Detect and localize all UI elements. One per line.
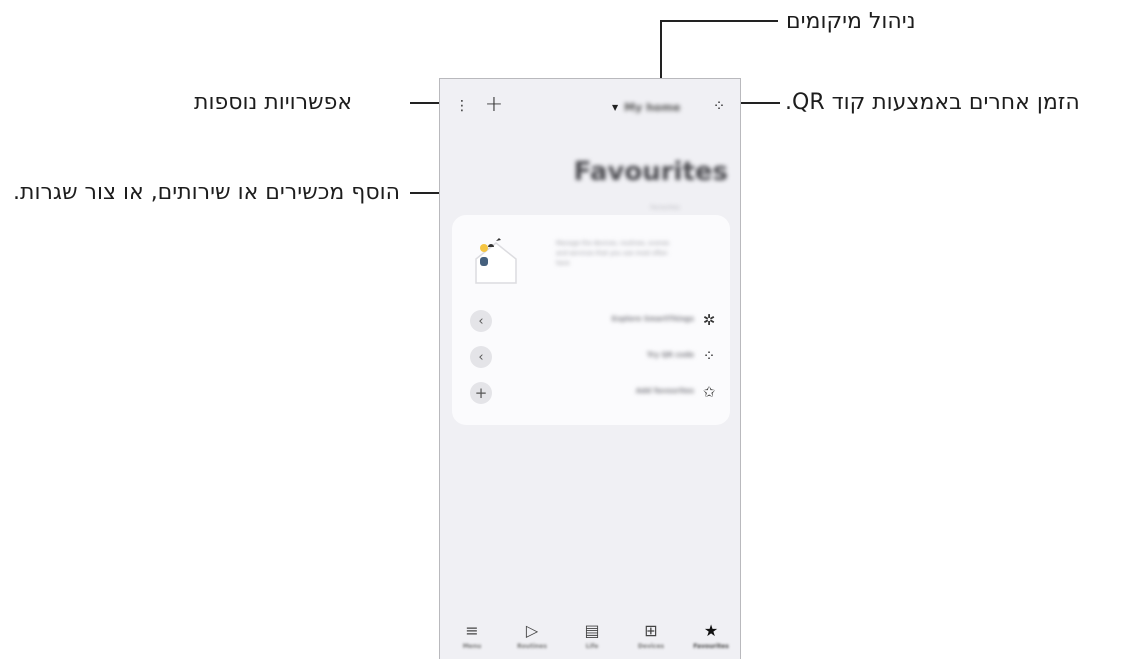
list-item-add-favourites[interactable]: + Add favourites ✩: [452, 381, 730, 405]
callout-more-options: אפשרויות נוספות: [194, 90, 353, 115]
card-description: Manage the devices, routines, scenes and…: [556, 240, 670, 267]
more-options-icon[interactable]: ⋮: [455, 95, 469, 117]
row-label-qr: Try QR code: [647, 351, 694, 359]
star-icon: ★: [703, 621, 719, 640]
tab-routines[interactable]: ▷ Routines: [517, 621, 547, 651]
devices-grid-icon: ⊞: [644, 621, 658, 640]
page-title: Favourites: [573, 157, 728, 187]
list-item-explore-smartthings[interactable]: ‹ Explore SmartThings ✲: [452, 309, 730, 333]
tab-favourites[interactable]: ★ Favourites: [693, 621, 729, 651]
tab-life[interactable]: ▤ Life: [577, 621, 607, 651]
qr-code-icon: ⁘: [702, 347, 716, 365]
location-name: My home: [624, 100, 681, 114]
house-illustration: [470, 235, 522, 287]
chevron-left-icon[interactable]: ‹: [470, 310, 492, 332]
plus-icon[interactable]: +: [470, 382, 492, 404]
tab-menu[interactable]: ≡ Menu: [457, 621, 487, 651]
tab-devices[interactable]: ⊞ Devices: [636, 621, 666, 651]
chevron-down-icon: ▼: [612, 102, 619, 112]
favourites-card: Manage the devices, routines, scenes and…: [452, 215, 730, 425]
callout-qr-invite: הזמן אחרים באמצעות קוד QR.: [785, 90, 1080, 115]
menu-icon: ≡: [465, 621, 479, 640]
document-icon: ▤: [584, 621, 600, 640]
list-item-try-qr-code[interactable]: ‹ Try QR code ⁘: [452, 345, 730, 369]
play-circle-icon: ▷: [525, 621, 539, 640]
chevron-left-icon[interactable]: ‹: [470, 346, 492, 368]
add-icon[interactable]: +: [483, 92, 505, 117]
leader-line-manage-locations: [660, 20, 778, 22]
row-label-explore: Explore SmartThings: [611, 315, 694, 323]
callout-add-devices: הוסף מכשירים או שירותים, או צור שגרות.: [13, 180, 400, 205]
page-subtitle: Favourites: [650, 205, 680, 211]
fan-icon: ✲: [702, 311, 716, 329]
location-selector[interactable]: ▼ My home: [612, 97, 704, 117]
phone-screen: ⁘ ▼ My home + ⋮ Favourites Favourites Ma…: [439, 78, 741, 659]
callout-manage-locations: ניהול מיקומים: [786, 9, 916, 34]
qr-code-icon[interactable]: ⁘: [709, 96, 729, 116]
star-outline-icon: ✩: [702, 383, 716, 401]
row-label-add-favourites: Add favourites: [635, 387, 694, 395]
